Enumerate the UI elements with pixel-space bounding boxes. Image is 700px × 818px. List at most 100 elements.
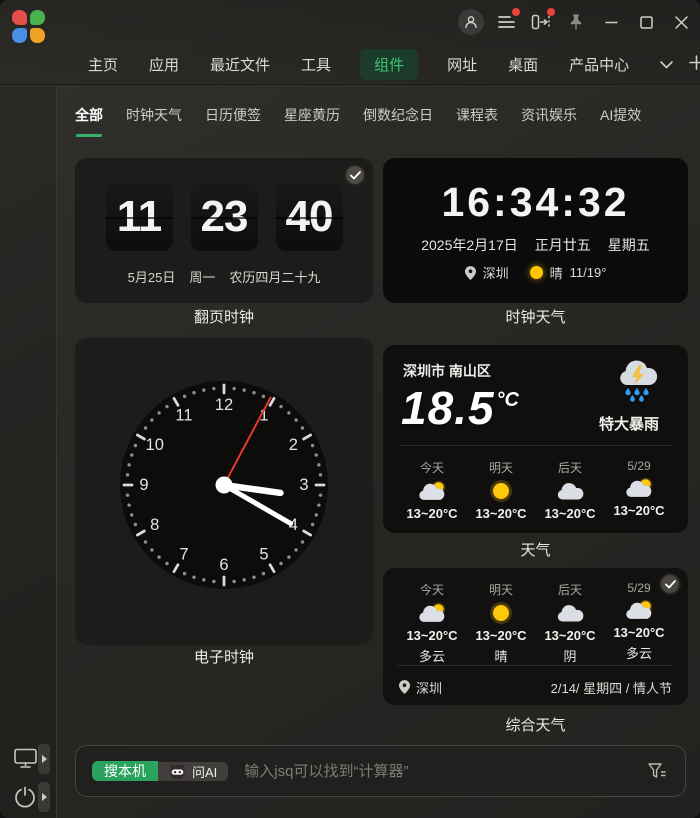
forecast-day: 明天 [488,461,513,475]
weather-city: 深圳市 南山区 [403,363,491,379]
combined-location: 深圳 [399,678,442,697]
forecast-day: 今天 [419,583,444,597]
forecast-temp: 13~20°C [613,625,665,640]
forecast-col: 后天 13~20°C 阴 [538,581,602,665]
search-mode-switch: 搜本机 问AI [92,757,229,785]
subtab-all[interactable]: 全部 [75,105,103,137]
subtab-ai-boost[interactable]: AI提效 [600,105,641,137]
subtab-calendar-notes[interactable]: 日历便签 [205,105,261,137]
forecast-day: 明天 [488,583,513,597]
search-local-button[interactable]: 搜本机 [92,761,158,781]
selected-check-badge[interactable] [659,573,681,595]
cloud-sun-icon [417,479,447,503]
flip-seconds: 40 [285,192,334,241]
add-tab-button[interactable] [689,54,700,74]
subtab-horoscope[interactable]: 星座黄历 [284,105,340,137]
widget-label-weather: 天气 [520,542,551,559]
cloud-sun-icon [624,476,654,500]
forecast-temp: 13~20°C [613,503,665,518]
forecast-col: 明天 13~20°C 晴 [469,581,533,665]
widget-flip-clock[interactable]: 11 23 40 5月25日 周一 农历四月二十九 [75,158,373,303]
app-window: 主页 应用 最近文件 工具 组件 网址 桌面 产品中心 全部 时钟天气 日历便签… [0,0,700,818]
nav-tab-widgets[interactable]: 组件 [360,48,419,80]
widget-weather[interactable]: 深圳市 南山区 18.5 °C 特大暴雨 今天 13~20°C 明天 13~20°… [383,345,688,533]
cw-date: 2025年2月17日 [421,237,518,253]
maximize-icon[interactable] [633,9,659,35]
forecast-day: 今天 [419,461,444,475]
forecast-temp: 13~20°C [544,506,596,521]
user-icon[interactable] [458,9,484,35]
minimize-icon[interactable] [598,9,624,35]
flip-tile-hours: 11 [105,183,173,251]
forecast-temp: 13~20°C [406,628,458,643]
nav-tab-home[interactable]: 主页 [86,49,120,80]
combined-forecast-row: 今天 13~20°C 多云 明天 13~20°C 晴 后天 13~20°C 阴 … [383,581,688,665]
forecast-condition: 多云 [625,646,652,661]
flip-digits: 11 23 40 [75,183,373,251]
weather-forecast-row: 今天 13~20°C 明天 13~20°C 后天 13~20°C 5/29 13… [383,459,688,521]
app-logo-icon[interactable] [11,9,46,44]
clock-weather-location-row: 深圳 晴 11/19° [383,263,688,282]
nav-tab-recent-files[interactable]: 最近文件 [208,49,272,80]
weather-temperature: 18.5 °C [401,381,519,435]
ask-ai-button[interactable]: 问AI [158,761,229,781]
nav-tab-tools[interactable]: 工具 [299,49,333,80]
menu-icon[interactable] [493,8,520,35]
chevron-down-icon[interactable] [660,56,673,73]
logo-petal-orange [29,28,45,44]
subtab-clock-weather[interactable]: 时钟天气 [126,105,182,137]
flip-tile-seconds: 40 [275,183,343,251]
cw-temp-range: 11/19° [569,265,607,280]
sun-icon [486,601,516,625]
pin-icon[interactable] [563,9,589,35]
widget-analog-clock[interactable]: 1 2 3 4 5 6 7 8 9 10 11 12 [75,338,373,645]
window-controls [458,8,694,36]
forecast-col: 明天 13~20°C [469,459,533,521]
nav-tab-urls[interactable]: 网址 [445,49,479,80]
nav-tab-desktop[interactable]: 桌面 [506,49,540,80]
monitor-flyout-button[interactable] [38,744,50,774]
robot-icon [170,764,185,779]
sidebar-power-group [0,782,57,816]
nav-tab-product-center[interactable]: 产品中心 [567,49,631,80]
svg-text:12: 12 [215,396,233,414]
forecast-condition: 多云 [418,649,445,664]
forecast-condition: 阴 [563,649,577,664]
flyout-arrow-icon [41,755,47,763]
ask-ai-label: 问AI [192,764,218,780]
selected-check-badge[interactable] [344,164,366,186]
combined-date-line: 2/14/ 星期四 / 情人节 [550,680,672,696]
forecast-col: 今天 13~20°C 多云 [400,581,464,665]
forecast-col: 5/29 13~20°C 多云 [607,581,671,665]
svg-text:2: 2 [289,436,298,454]
close-icon[interactable] [668,9,694,35]
flip-lunar: 农历四月二十九 [229,270,321,285]
subtab-news-fun[interactable]: 资讯娱乐 [521,105,577,137]
svg-text:7: 7 [179,545,188,563]
flip-date: 5月25日 [127,270,176,285]
logo-petal-green [30,10,46,26]
widget-combined-weather[interactable]: 今天 13~20°C 多云 明天 13~20°C 晴 后天 13~20°C 阴 … [383,568,688,705]
filter-icon[interactable] [645,759,669,783]
snap-window-icon[interactable] [528,8,555,35]
widget-label-clock-weather: 时钟天气 [505,309,566,326]
widget-clock-weather[interactable]: 16:34:32 2025年2月17日 正月廿五 星期五 深圳 晴 11/19° [383,158,688,303]
svg-text:8: 8 [150,516,159,534]
search-input[interactable] [244,762,645,780]
location-pin-icon [464,265,476,280]
flip-minutes: 23 [200,192,249,241]
subtab-timetable[interactable]: 课程表 [456,105,498,137]
svg-text:9: 9 [139,476,148,494]
power-icon[interactable] [14,786,36,813]
svg-text:10: 10 [146,436,164,454]
nav-tab-apps[interactable]: 应用 [147,49,181,80]
widget-label-combined-weather: 综合天气 [505,717,566,734]
subtab-countdown[interactable]: 倒数纪念日 [363,105,433,137]
svg-text:5: 5 [259,545,268,563]
clock-weather-date-row: 2025年2月17日 正月廿五 星期五 [383,235,688,255]
power-flyout-button[interactable] [38,782,50,812]
titlebar: 主页 应用 最近文件 工具 组件 网址 桌面 产品中心 [0,0,700,85]
combined-bottom-row: 深圳 2/14/ 星期四 / 情人节 [383,672,688,702]
monitor-icon[interactable] [14,748,37,774]
flip-hours: 11 [116,192,163,241]
